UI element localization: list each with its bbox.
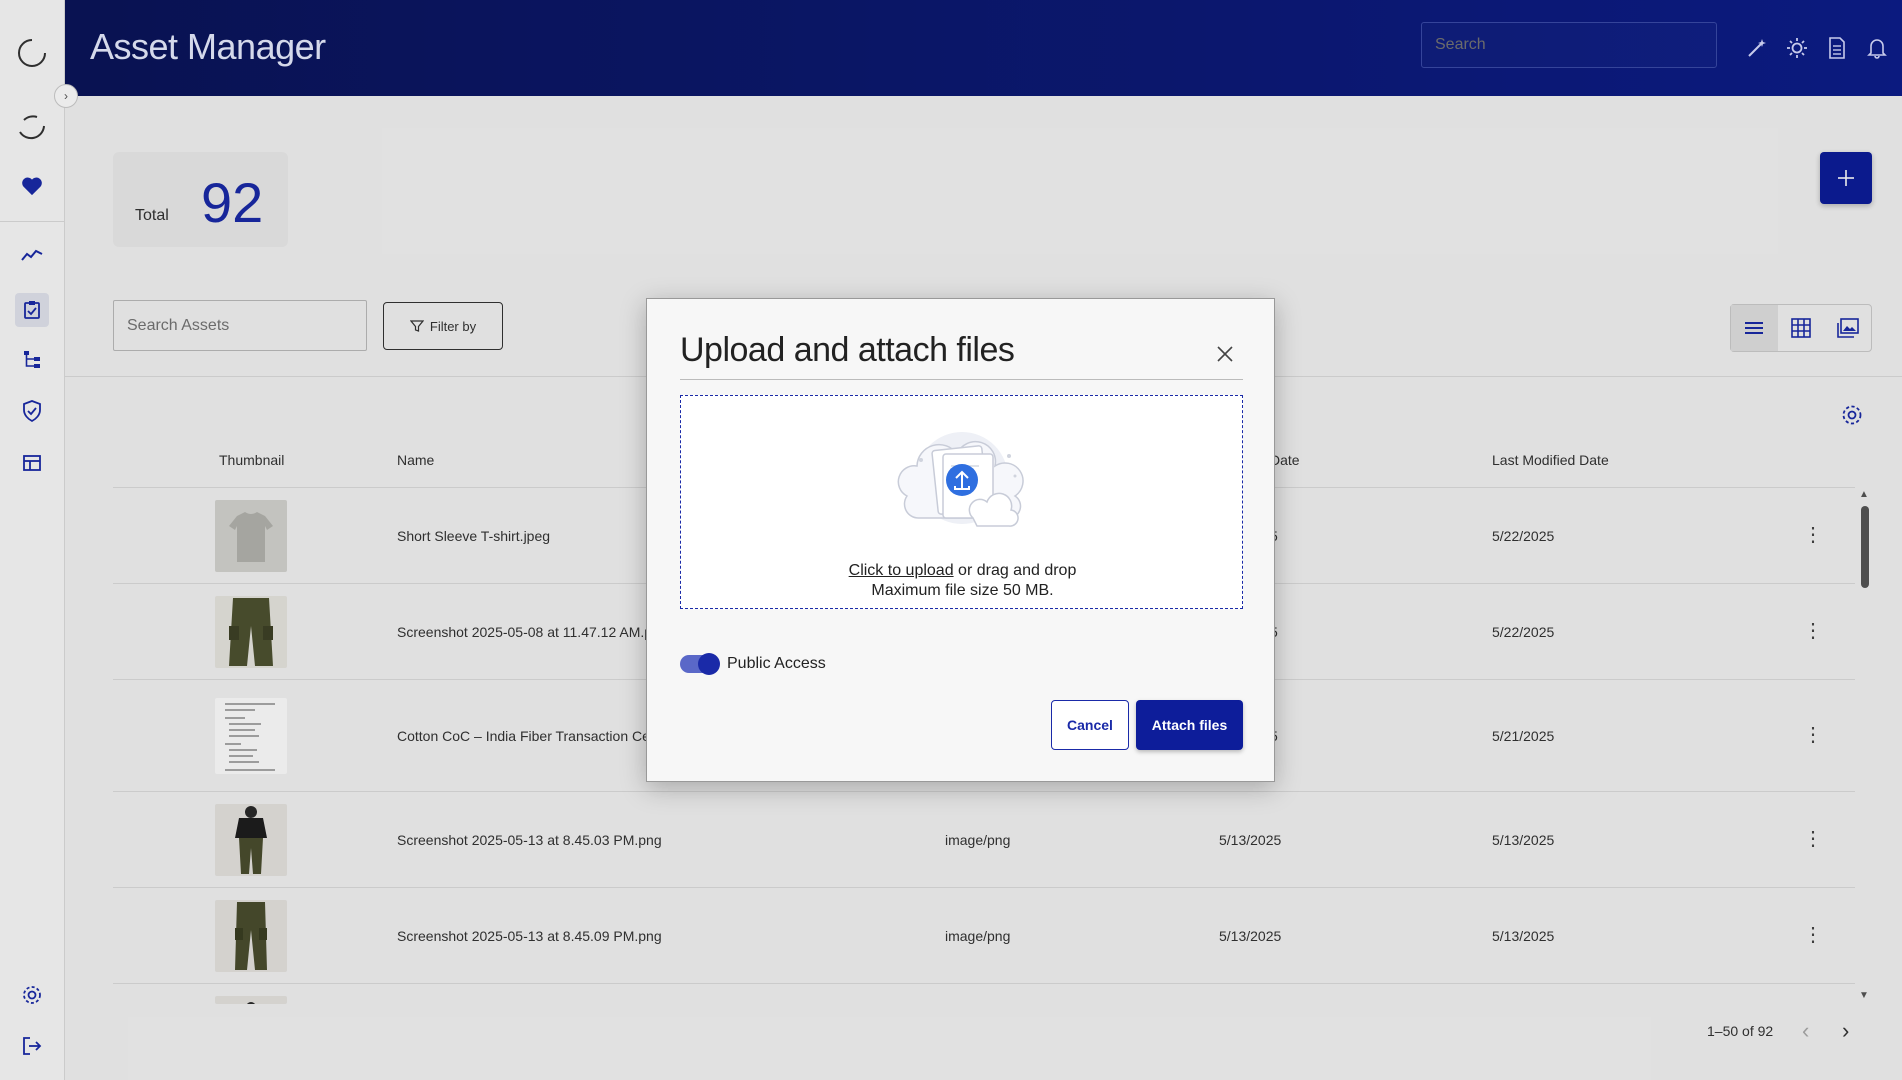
max-file-size-text: Maximum file size 50 MB. (871, 582, 1054, 599)
dialog-title: Upload and attach files (680, 331, 1015, 369)
click-to-upload-link[interactable]: Click to upload (849, 562, 954, 579)
close-icon[interactable] (1210, 339, 1240, 369)
public-access-toggle[interactable] (680, 653, 720, 675)
attach-files-button[interactable]: Attach files (1136, 700, 1243, 750)
upload-files-dialog: Upload and attach files Click to upload (646, 298, 1275, 782)
dialog-title-divider (680, 379, 1243, 380)
drag-drop-text: or drag and drop (953, 562, 1077, 579)
file-dropzone[interactable]: Click to upload or drag and drop Maximum… (680, 395, 1243, 609)
dropzone-instruction: Click to upload or drag and drop (681, 562, 1244, 580)
public-access-label: Public Access (727, 655, 826, 672)
cancel-button[interactable]: Cancel (1051, 700, 1129, 750)
toggle-knob (698, 653, 720, 675)
cloud-upload-illustration-icon (887, 426, 1037, 536)
